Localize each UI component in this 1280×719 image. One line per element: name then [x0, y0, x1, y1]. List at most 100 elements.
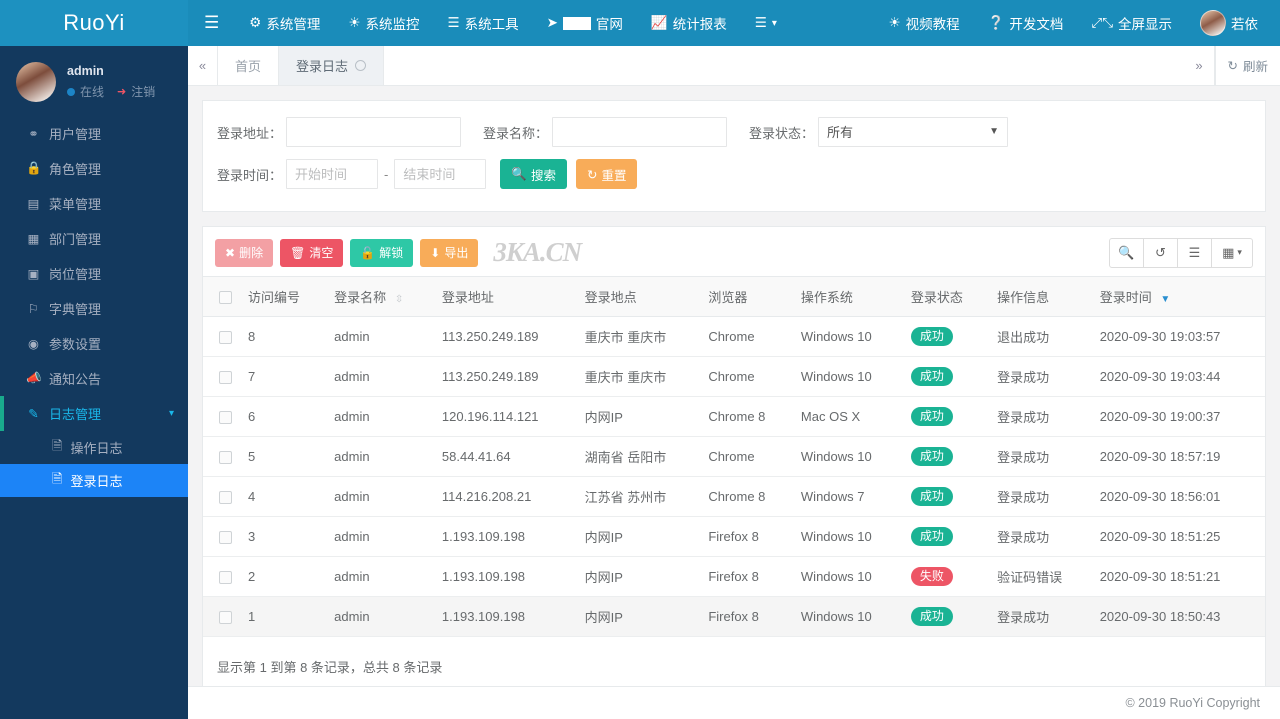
delete-button[interactable]: ✖ 删除	[215, 238, 274, 267]
row-select-cell[interactable]	[203, 436, 240, 477]
sidebar-submenu: 🗎 操作日志 🗎 登录日志	[0, 431, 188, 497]
close-icon: ✖	[225, 245, 236, 260]
column-header-operation-message[interactable]: 操作信息	[989, 276, 1092, 317]
column-header-login-name[interactable]: 登录名称 ⇳	[326, 276, 434, 317]
column-header-os[interactable]: 操作系统	[792, 276, 903, 317]
login-status-select[interactable]: 所有	[818, 117, 1009, 147]
table-row[interactable]: 1 admin 1.193.109.198 内网IP Firefox 8 Windows …	[203, 596, 1265, 637]
sidebar-toggle-button[interactable]: ☰	[188, 0, 235, 46]
nav-item-official-site[interactable]: ➤ 官网	[533, 0, 637, 46]
chevron-down-icon: ▾	[168, 408, 174, 419]
row-checkbox[interactable]	[219, 451, 232, 465]
column-header-login-time[interactable]: 登录时间 ▼	[1091, 276, 1265, 317]
row-checkbox[interactable]	[219, 611, 232, 625]
column-header-login-status[interactable]: 登录状态	[902, 276, 990, 317]
delete-button-label: 删除	[239, 246, 264, 260]
clear-button[interactable]: 🗑 清空	[280, 238, 344, 267]
table-row[interactable]: 8 admin 113.250.249.189 重庆市 重庆市 Chrome Window…	[203, 316, 1265, 357]
row-select-cell[interactable]	[203, 396, 240, 437]
nav-item-fullscreen[interactable]: ⤢⤡ 全屏显示	[1077, 0, 1186, 46]
nav-item-system-tools[interactable]: ☰ 系统工具	[433, 0, 532, 46]
cell-login-location: 内网IP	[576, 596, 701, 637]
toggle-view-button[interactable]: ☰	[1177, 237, 1212, 268]
reset-button[interactable]: ↻ 重置	[575, 159, 638, 189]
search-button[interactable]: 🔍 搜索	[500, 159, 567, 189]
column-header-browser[interactable]: 浏览器	[700, 276, 793, 317]
login-status-select-wrapper: 所有 ▼	[814, 117, 1009, 147]
nav-item-dev-docs[interactable]: ❔ 开发文档	[974, 0, 1078, 46]
export-button[interactable]: ⬇ 导出	[420, 238, 479, 267]
nav-item-more-dropdown[interactable]: ☰ ▾	[741, 0, 791, 46]
table-row[interactable]: 6 admin 120.196.114.121 内网IP Chrome 8 Mac OS …	[203, 396, 1265, 437]
nav-item-label: 系统工具	[464, 17, 519, 32]
refresh-table-button[interactable]: ↺	[1143, 237, 1178, 268]
scroll-tabs-left-button[interactable]: «	[188, 46, 218, 85]
unlock-button[interactable]: 🔓 解锁	[350, 238, 414, 267]
logout-icon[interactable]: ➜	[117, 85, 126, 98]
table-row[interactable]: 7 admin 113.250.249.189 重庆市 重庆市 Chrome Window…	[203, 356, 1265, 397]
user-menu[interactable]: 若依	[1186, 0, 1280, 46]
cell-login-address: 1.193.109.198	[433, 596, 577, 637]
search-toggle-button[interactable]: 🔍	[1109, 237, 1144, 268]
tab-home[interactable]: 首页	[218, 46, 280, 85]
nav-item-statistics-report[interactable]: 📈 统计报表	[637, 0, 741, 46]
refresh-tab-button[interactable]: ↻ 刷新	[1214, 46, 1280, 85]
brand-logo[interactable]: RuoYi	[0, 0, 188, 46]
select-all-header[interactable]	[203, 276, 240, 317]
cell-login-time: 2020-09-30 19:00:37	[1091, 396, 1265, 437]
row-select-cell[interactable]	[203, 316, 240, 357]
column-label: 访问编号	[248, 290, 301, 305]
sidebar-item-user-management[interactable]: ⚭ 用户管理	[0, 116, 188, 151]
cell-visit-id: 1	[240, 596, 327, 637]
sidebar-item-post-management[interactable]: ▣ 岗位管理	[0, 256, 188, 291]
table-row[interactable]: 2 admin 1.193.109.198 内网IP Firefox 8 Windows …	[203, 556, 1265, 597]
nav-item-system-monitor[interactable]: ☀︎ 系统监控	[334, 0, 433, 46]
sidebar-subitem-login-log[interactable]: 🗎 登录日志	[0, 464, 188, 497]
nav-item-system-management[interactable]: ⚙ 系统管理	[235, 0, 334, 46]
scroll-tabs-right-button[interactable]: »	[1185, 46, 1215, 85]
row-select-cell[interactable]	[203, 356, 240, 397]
sidebar-item-dictionary-management[interactable]: ⚐ 字典管理	[0, 291, 188, 326]
trash-icon: 🗑	[290, 245, 306, 260]
row-checkbox[interactable]	[219, 331, 232, 345]
cell-os: Mac OS X	[792, 396, 903, 437]
row-select-cell[interactable]	[203, 596, 240, 637]
grid-icon: ▦	[1222, 244, 1235, 260]
sidebar-item-notice[interactable]: 📣 通知公告	[0, 361, 188, 396]
cell-login-time: 2020-09-30 18:50:43	[1091, 596, 1265, 637]
table-row[interactable]: 4 admin 114.216.208.21 江苏省 苏州市 Chrome 8 Windo…	[203, 476, 1265, 517]
row-checkbox[interactable]	[219, 531, 232, 545]
columns-dropdown-button[interactable]: ▦ ▾	[1211, 237, 1253, 268]
table-panel: ✖ 删除 🗑 清空 🔓 解锁 ⬇ 导出 3KA.CN 🔍 ↺ ☰ ▦ ▾ 访问编…	[202, 226, 1266, 703]
row-select-cell[interactable]	[203, 556, 240, 597]
login-address-input[interactable]	[286, 117, 462, 147]
column-header-login-address[interactable]: 登录地址	[433, 276, 577, 317]
nav-item-video-tutorial[interactable]: ☀︎ 视频教程	[874, 0, 973, 46]
login-time-end-input[interactable]	[394, 159, 487, 189]
sidebar-item-role-management[interactable]: 🔒 角色管理	[0, 151, 188, 186]
sidebar-profile[interactable]: admin 在线 ➜ 注销	[0, 46, 188, 116]
sidebar-item-log-management[interactable]: ✎ 日志管理 ▾	[0, 396, 188, 431]
table-row[interactable]: 5 admin 58.44.41.64 湖南省 岳阳市 Chrome Windows 10…	[203, 436, 1265, 477]
close-icon[interactable]	[355, 60, 367, 71]
row-checkbox[interactable]	[219, 571, 232, 585]
row-checkbox[interactable]	[219, 411, 232, 425]
tab-login-log[interactable]: 登录日志	[279, 46, 385, 85]
row-select-cell[interactable]	[203, 516, 240, 557]
login-time-start-input[interactable]	[286, 159, 379, 189]
login-name-input[interactable]	[552, 117, 728, 147]
row-checkbox[interactable]	[219, 491, 232, 505]
row-select-cell[interactable]	[203, 476, 240, 517]
sidebar-subitem-label: 操作日志	[70, 441, 123, 456]
sidebar-item-parameter-settings[interactable]: ◉ 参数设置	[0, 326, 188, 361]
table-row[interactable]: 3 admin 1.193.109.198 内网IP Firefox 8 Windows …	[203, 516, 1265, 557]
column-header-login-location[interactable]: 登录地点	[576, 276, 701, 317]
sidebar-subitem-operation-log[interactable]: 🗎 操作日志	[0, 431, 188, 464]
row-checkbox[interactable]	[219, 371, 232, 385]
sidebar-item-department-management[interactable]: ▦ 部门管理	[0, 221, 188, 256]
select-all-checkbox[interactable]	[219, 291, 232, 305]
logout-label[interactable]: 注销	[131, 83, 155, 100]
column-header-visit-id[interactable]: 访问编号	[240, 276, 327, 317]
cell-login-time: 2020-09-30 18:51:21	[1091, 556, 1265, 597]
sidebar-item-menu-management[interactable]: ▤ 菜单管理	[0, 186, 188, 221]
